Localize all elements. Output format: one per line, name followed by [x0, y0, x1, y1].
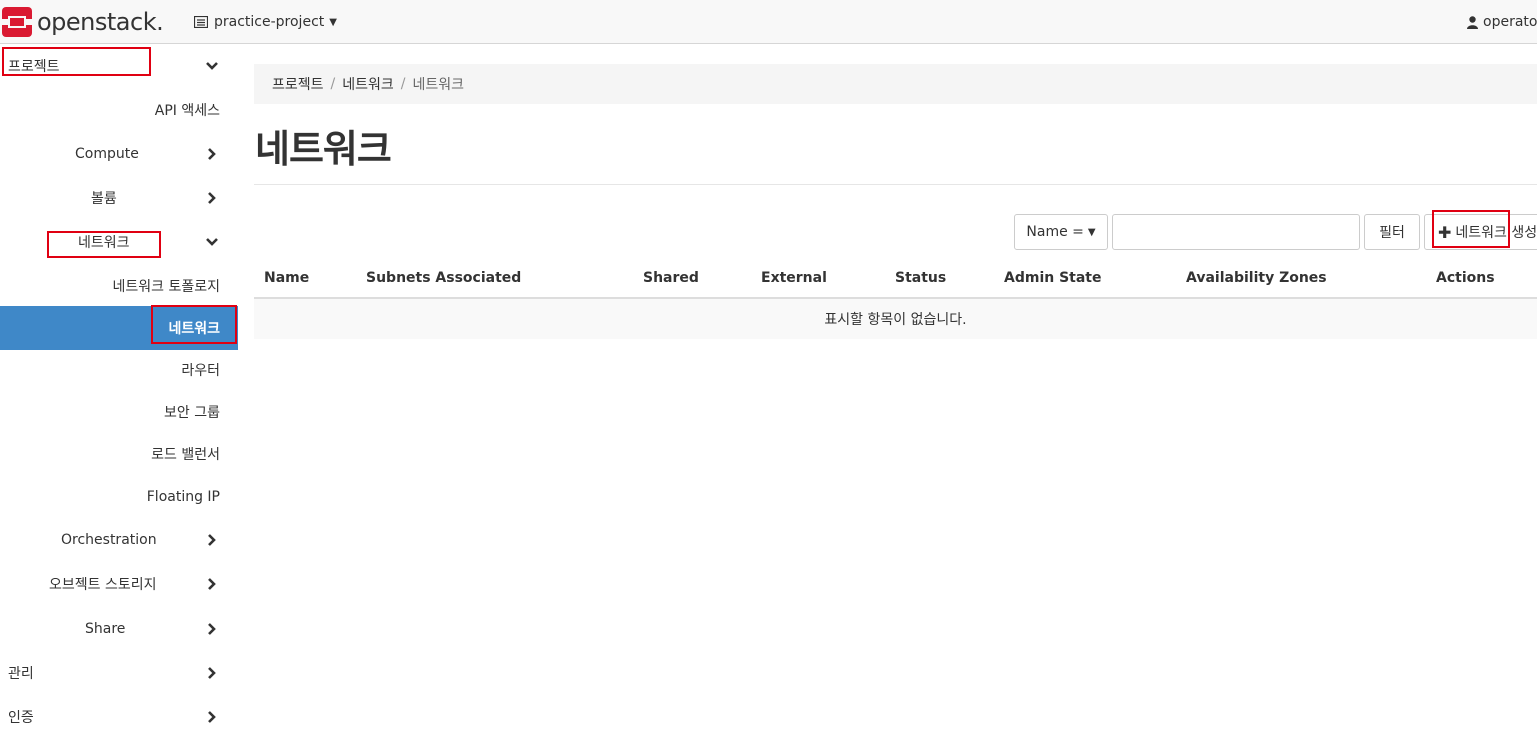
table-header: Name Subnets Associated Shared External … — [254, 258, 1537, 299]
sidebar: 프로젝트 API 액세스 Compute 볼륨 네트워크 네트워크 토폴로지 네… — [0, 44, 238, 740]
sidebar-item-security-groups[interactable]: 보안 그룹 — [0, 390, 238, 434]
sidebar-item-label: 관리 — [8, 666, 34, 682]
column-header-status[interactable]: Status — [895, 270, 946, 286]
sidebar-item-label: 볼륨 — [91, 191, 117, 207]
sidebar-item-label: 로드 밸런서 — [151, 447, 220, 463]
sidebar-item-label: 인증 — [8, 710, 34, 726]
chevron-right-icon — [208, 534, 216, 546]
sidebar-item-networks[interactable]: 네트워크 — [0, 306, 238, 350]
sidebar-item-label: 라우터 — [181, 363, 220, 379]
server-list-icon — [194, 16, 208, 28]
breadcrumb-item[interactable]: 네트워크 — [342, 74, 394, 94]
filter-field-select[interactable]: Name = ▼ — [1014, 214, 1108, 250]
sidebar-item-routers[interactable]: 라우터 — [0, 348, 238, 392]
breadcrumb-current: 네트워크 — [412, 77, 465, 93]
caret-down-icon: ▼ — [329, 16, 337, 28]
caret-down-icon: ▼ — [1087, 226, 1096, 238]
sidebar-item-label: API 액세스 — [154, 103, 220, 119]
sidebar-item-label: Compute — [75, 146, 139, 162]
project-selector[interactable]: practice-project ▼ — [194, 12, 337, 32]
sidebar-item-orchestration[interactable]: Orchestration — [0, 518, 238, 562]
project-name: practice-project — [214, 14, 325, 30]
title-divider — [254, 184, 1537, 185]
filter-button[interactable]: 필터 — [1364, 214, 1420, 250]
page-title: 네트워크 — [255, 127, 392, 171]
sidebar-item-label: Floating IP — [146, 489, 220, 505]
user-name: operator — [1483, 14, 1537, 30]
sidebar-item-floating-ips[interactable]: Floating IP — [0, 475, 238, 519]
openstack-logo-icon — [2, 7, 32, 37]
breadcrumb-separator: / — [400, 76, 406, 92]
user-icon — [1467, 15, 1478, 29]
chevron-right-icon — [208, 192, 216, 204]
sidebar-item-network-group[interactable]: 네트워크 — [0, 220, 238, 264]
sidebar-item-project[interactable]: 프로젝트 — [0, 44, 238, 88]
sidebar-item-label: 네트워크 — [168, 321, 220, 337]
column-header-actions: Actions — [1436, 270, 1495, 286]
sidebar-item-object-store[interactable]: 오브젝트 스토리지 — [0, 562, 238, 606]
chevron-right-icon — [208, 578, 216, 590]
column-header-subnets[interactable]: Subnets Associated — [366, 270, 521, 286]
breadcrumb: 프로젝트 / 네트워크 / 네트워크 — [254, 64, 1537, 104]
chevron-down-icon — [206, 62, 218, 70]
plus-icon: ✚ — [1438, 222, 1452, 242]
chevron-right-icon — [208, 623, 216, 635]
column-header-admin-state[interactable]: Admin State — [1004, 270, 1102, 286]
create-network-button[interactable]: ✚ 네트워크 생성 — [1424, 214, 1537, 250]
sidebar-item-label: 네트워크 토폴로지 — [112, 279, 221, 295]
sidebar-item-label: Orchestration — [61, 532, 157, 548]
create-network-label: 네트워크 생성 — [1455, 225, 1537, 241]
sidebar-item-compute[interactable]: Compute — [0, 132, 238, 176]
column-header-external[interactable]: External — [761, 270, 827, 286]
brand-name: openstack. — [37, 8, 164, 36]
sidebar-item-label: 프로젝트 — [8, 59, 60, 75]
breadcrumb-separator: / — [330, 76, 336, 92]
sidebar-item-label: 네트워크 — [78, 235, 130, 251]
column-header-shared[interactable]: Shared — [643, 270, 699, 286]
sidebar-item-label: 보안 그룹 — [164, 405, 220, 421]
sidebar-item-load-balancers[interactable]: 로드 밸런서 — [0, 432, 238, 476]
column-header-name[interactable]: Name — [264, 270, 309, 286]
sidebar-item-admin[interactable]: 관리 — [0, 651, 238, 695]
sidebar-item-share[interactable]: Share — [0, 607, 238, 651]
sidebar-item-label: 오브젝트 스토리지 — [49, 577, 157, 593]
top-navbar: openstack. practice-project ▼ operator — [0, 0, 1537, 44]
sidebar-item-network-topology[interactable]: 네트워크 토폴로지 — [0, 264, 238, 308]
chevron-right-icon — [208, 711, 216, 723]
sidebar-item-volumes[interactable]: 볼륨 — [0, 176, 238, 220]
breadcrumb-item[interactable]: 프로젝트 — [272, 74, 324, 94]
chevron-right-icon — [208, 667, 216, 679]
column-header-availability-zones[interactable]: Availability Zones — [1186, 270, 1327, 286]
chevron-down-icon — [206, 238, 218, 246]
filter-field-label: Name = — [1026, 224, 1084, 240]
filter-input[interactable] — [1112, 214, 1360, 250]
user-menu[interactable]: operator — [1467, 12, 1537, 32]
sidebar-item-identity[interactable]: 인증 — [0, 695, 238, 739]
chevron-right-icon — [208, 148, 216, 160]
sidebar-item-label: Share — [85, 621, 126, 637]
table-empty-row: 표시할 항목이 없습니다. — [254, 299, 1537, 339]
sidebar-item-api-access[interactable]: API 액세스 — [0, 88, 238, 132]
openstack-logo[interactable]: openstack. — [2, 6, 164, 38]
